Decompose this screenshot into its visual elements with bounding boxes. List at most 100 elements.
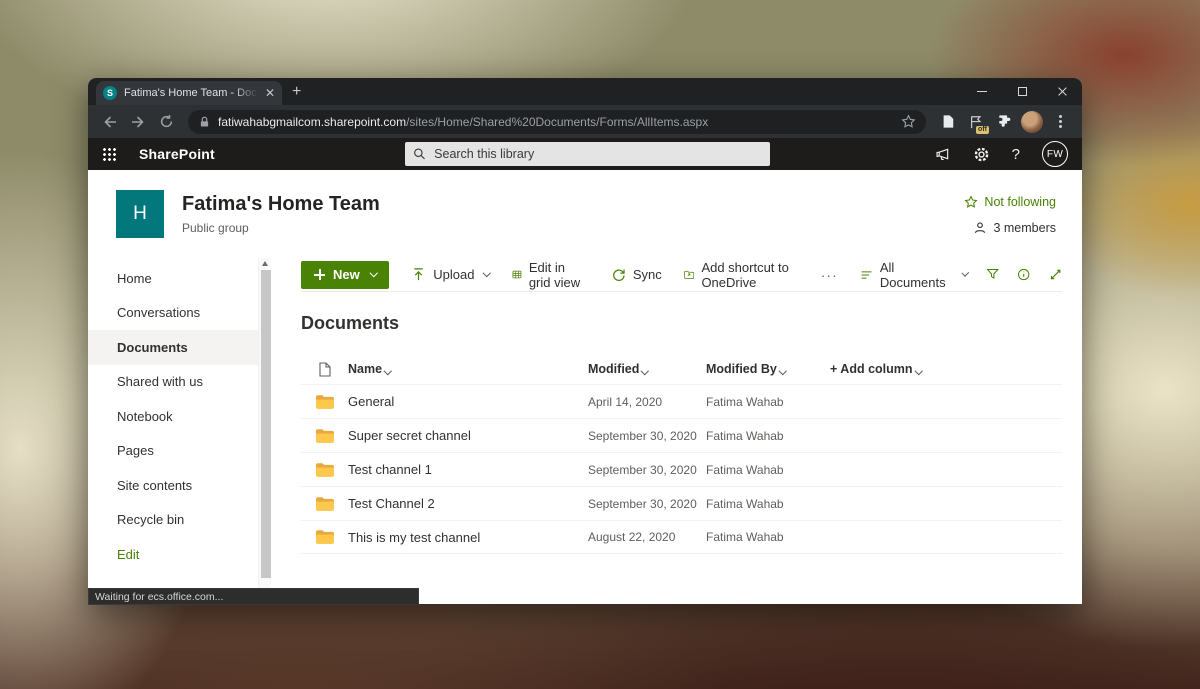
more-commands-button[interactable]: ··· — [821, 267, 838, 283]
minimize-icon — [977, 91, 987, 92]
follow-button[interactable]: Not following — [964, 195, 1056, 209]
sidebar-item-edit[interactable]: Edit — [88, 537, 258, 572]
command-bar-right: All Documents — [860, 260, 1062, 290]
add-shortcut-onedrive-button[interactable]: Add shortcut to OneDrive — [684, 260, 799, 290]
edit-grid-view-button[interactable]: Edit in grid view — [512, 260, 589, 290]
sidebar-item-site-contents[interactable]: Site contents — [88, 468, 258, 503]
chevron-down-icon — [778, 366, 787, 375]
close-window-button[interactable] — [1042, 78, 1082, 105]
search-input[interactable] — [434, 147, 762, 161]
column-modified-by[interactable]: Modified By — [706, 362, 830, 376]
row-name[interactable]: Super secret channel — [348, 428, 588, 443]
row-modified-by[interactable]: Fatima Wahab — [706, 429, 830, 443]
reload-button[interactable] — [154, 110, 178, 134]
site-logo[interactable]: H — [116, 190, 164, 238]
browser-profile-avatar[interactable] — [1020, 109, 1044, 135]
tab-title: Fatima's Home Team - Documen — [124, 87, 258, 99]
column-name[interactable]: Name — [348, 362, 588, 376]
help-icon[interactable]: ? — [1012, 146, 1020, 163]
browser-tab-strip: S Fatima's Home Team - Documen ✕ + — [88, 78, 1082, 105]
row-modified: September 30, 2020 — [588, 496, 697, 511]
sidebar-item-notebook[interactable]: Notebook — [88, 399, 258, 434]
column-modified[interactable]: Modified — [588, 362, 706, 376]
table-row[interactable]: This is my test channel August 22, 2020 … — [301, 520, 1062, 554]
account-avatar[interactable]: FW — [1042, 141, 1068, 167]
sidebar-item-recycle-bin[interactable]: Recycle bin — [88, 503, 258, 538]
sync-button[interactable]: Sync — [611, 267, 662, 282]
sidebar-item-documents[interactable]: Documents — [88, 330, 258, 365]
megaphone-icon[interactable] — [934, 147, 951, 162]
info-icon[interactable] — [1017, 267, 1030, 282]
extension-flag-icon[interactable]: off — [964, 109, 989, 135]
maximize-button[interactable] — [1002, 78, 1042, 105]
file-type-column-icon[interactable] — [301, 361, 348, 377]
library-search-box[interactable] — [405, 142, 770, 166]
table-row[interactable]: Super secret channel September 30, 2020 … — [301, 418, 1062, 452]
upload-button[interactable]: Upload — [411, 267, 492, 282]
back-arrow-icon — [104, 115, 116, 128]
bookmark-star-icon[interactable] — [901, 114, 916, 129]
table-row[interactable]: Test channel 1 September 30, 2020 Fatima… — [301, 452, 1062, 486]
chevron-down-icon — [369, 269, 378, 277]
row-modified-by[interactable]: Fatima Wahab — [706, 497, 830, 511]
folder-icon — [301, 462, 348, 477]
gear-icon[interactable] — [973, 146, 990, 163]
sharepoint-suite-bar: SharePoint ? FW — [88, 138, 1082, 170]
browser-menu-icon[interactable] — [1048, 109, 1072, 135]
row-modified-by[interactable]: Fatima Wahab — [706, 395, 830, 409]
add-column-button[interactable]: + Add column — [830, 362, 1062, 376]
chevron-down-icon — [961, 269, 970, 277]
address-bar[interactable]: fatiwahabgmailcom.sharepoint.com/sites/H… — [188, 109, 926, 134]
sharepoint-wordmark[interactable]: SharePoint — [139, 146, 215, 162]
table-header: Name Modified Modified By + Add column — [301, 354, 1062, 384]
site-header-actions: Not following 3 members — [964, 193, 1056, 235]
sidebar-item-pages[interactable]: Pages — [88, 434, 258, 469]
site-title[interactable]: Fatima's Home Team — [182, 193, 380, 216]
row-modified-by[interactable]: Fatima Wahab — [706, 463, 830, 477]
close-tab-icon[interactable]: ✕ — [265, 87, 275, 99]
members-button[interactable]: 3 members — [973, 221, 1056, 235]
members-label: 3 members — [993, 221, 1056, 235]
reload-icon — [160, 114, 172, 128]
view-selector-button[interactable]: All Documents — [860, 260, 970, 290]
forward-button[interactable] — [126, 110, 150, 134]
minimize-button[interactable] — [962, 78, 1002, 105]
row-name[interactable]: Test Channel 2 — [348, 496, 588, 511]
folder-icon — [301, 496, 348, 511]
back-button[interactable] — [98, 110, 122, 134]
sidebar-item-shared-with-us[interactable]: Shared with us — [88, 365, 258, 400]
browser-window: S Fatima's Home Team - Documen ✕ + — [88, 78, 1082, 604]
table-row[interactable]: General April 14, 2020 Fatima Wahab — [301, 384, 1062, 418]
new-button[interactable]: New — [301, 260, 390, 289]
table-row[interactable]: Test Channel 2 September 30, 2020 Fatima… — [301, 486, 1062, 520]
row-modified: August 22, 2020 — [588, 530, 676, 544]
row-modified-by[interactable]: Fatima Wahab — [706, 530, 830, 544]
site-navigation: Home Conversations Documents Shared with… — [88, 258, 258, 604]
expand-icon[interactable] — [1049, 267, 1062, 282]
status-bar: Waiting for ecs.office.com... — [88, 588, 419, 605]
extensions-puzzle-icon[interactable] — [992, 109, 1016, 135]
browser-tab[interactable]: S Fatima's Home Team - Documen ✕ — [96, 81, 282, 105]
sync-icon — [613, 269, 625, 281]
sharepoint-favicon-icon: S — [103, 86, 117, 100]
extension-page-icon[interactable] — [936, 109, 960, 135]
chevron-down-icon — [483, 269, 492, 277]
new-tab-button[interactable]: + — [292, 84, 301, 100]
filter-icon[interactable] — [986, 267, 999, 282]
row-modified: September 30, 2020 — [588, 428, 697, 443]
site-titles: Fatima's Home Team Public group — [182, 193, 380, 235]
sidebar-item-conversations[interactable]: Conversations — [88, 296, 258, 331]
scroll-up-icon[interactable] — [262, 261, 268, 266]
forward-arrow-icon — [132, 115, 144, 128]
row-name[interactable]: General — [348, 394, 588, 409]
view-list-icon — [861, 270, 872, 279]
sidebar-scrollbar[interactable] — [258, 258, 271, 604]
row-name[interactable]: Test channel 1 — [348, 462, 588, 477]
sidebar-item-home[interactable]: Home — [88, 261, 258, 296]
chevron-down-icon — [914, 366, 923, 375]
scrollbar-thumb[interactable] — [260, 270, 271, 578]
row-name[interactable]: This is my test channel — [348, 530, 588, 545]
app-launcher-waffle-icon[interactable] — [102, 146, 117, 162]
site-subtitle: Public group — [182, 221, 249, 235]
suite-bar-actions: ? FW — [934, 141, 1068, 167]
